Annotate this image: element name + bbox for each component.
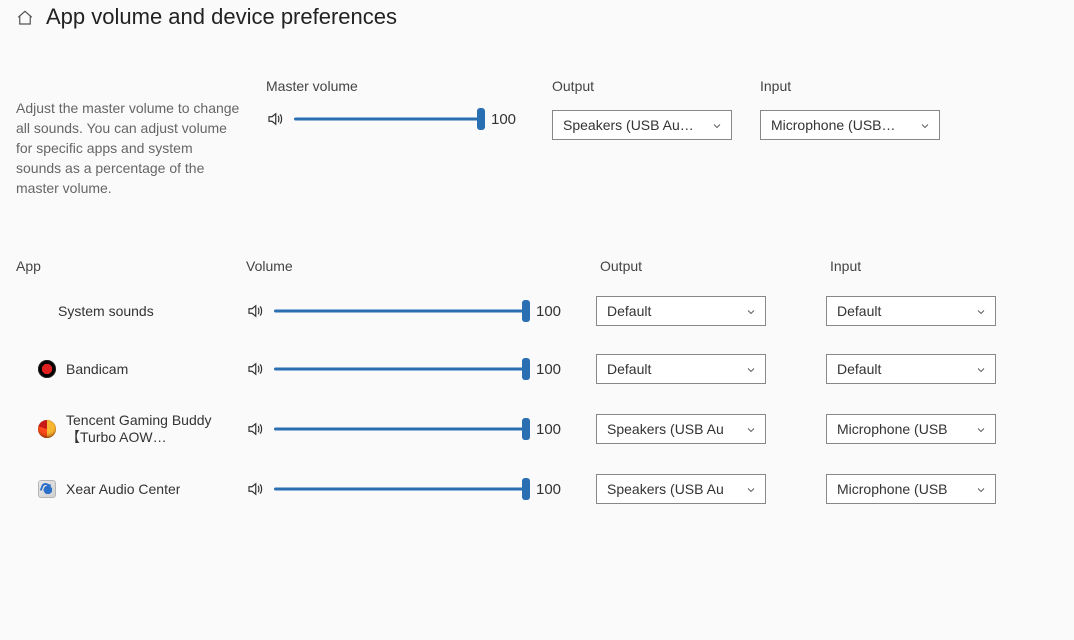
master-volume-value: 100 [491, 111, 521, 128]
master-output-dropdown[interactable]: Speakers (USB Au… [552, 110, 732, 140]
app-output-value: Speakers (USB Au [607, 421, 739, 437]
app-volume-slider[interactable] [274, 360, 526, 378]
app-input-value: Default [837, 303, 969, 319]
app-volume-cell: 100 [246, 302, 566, 320]
app-name-cell: Tencent Gaming Buddy【Turbo AOW… [16, 412, 216, 446]
speaker-icon[interactable] [246, 420, 264, 438]
app-section-header: App Volume Output Input [16, 258, 1058, 274]
chevron-down-icon [975, 363, 987, 375]
app-volume-value: 100 [536, 481, 566, 498]
master-output-value: Speakers (USB Au… [563, 117, 705, 133]
master-volume-label: Master volume [266, 78, 521, 94]
app-volume-cell: 100 [246, 420, 566, 438]
app-row: Bandicam 100 Default Default [16, 340, 1058, 398]
speaker-icon[interactable] [266, 110, 284, 128]
tencent-icon [38, 420, 56, 438]
app-input-value: Microphone (USB [837, 481, 969, 497]
bandicam-icon [38, 360, 56, 378]
app-output-value: Default [607, 303, 739, 319]
app-row: Tencent Gaming Buddy【Turbo AOW… 100 Speake… [16, 398, 1058, 460]
app-volume-value: 100 [536, 361, 566, 378]
master-input-column: Input Microphone (USB… [760, 78, 940, 140]
chevron-down-icon [745, 423, 757, 435]
app-name-cell: System sounds [16, 303, 216, 320]
chevron-down-icon [975, 423, 987, 435]
speaker-icon[interactable] [246, 302, 264, 320]
home-icon[interactable] [16, 9, 34, 27]
app-input-value: Microphone (USB [837, 421, 969, 437]
app-input-value: Default [837, 361, 969, 377]
master-output-column: Output Speakers (USB Au… [552, 78, 732, 140]
master-input-value: Microphone (USB… [771, 117, 913, 133]
xear-icon [38, 480, 56, 498]
col-output: Output [596, 258, 796, 274]
app-row: System sounds 100 Default Default [16, 282, 1058, 340]
chevron-down-icon [975, 305, 987, 317]
chevron-down-icon [975, 483, 987, 495]
app-row: Xear Audio Center 100 Speakers (USB Au Micr… [16, 460, 1058, 518]
app-volume-slider[interactable] [274, 480, 526, 498]
master-volume-slider[interactable] [294, 110, 481, 128]
app-volume-slider[interactable] [274, 420, 526, 438]
page-title: App volume and device preferences [46, 4, 397, 30]
chevron-down-icon [745, 483, 757, 495]
chevron-down-icon [919, 119, 931, 131]
app-label: Xear Audio Center [66, 481, 180, 498]
app-output-dropdown[interactable]: Speakers (USB Au [596, 474, 766, 504]
master-volume-column: Master volume 100 [266, 78, 521, 128]
app-input-dropdown[interactable]: Microphone (USB [826, 474, 996, 504]
app-output-dropdown[interactable]: Default [596, 354, 766, 384]
speaker-icon[interactable] [246, 360, 264, 378]
app-input-dropdown[interactable]: Microphone (USB [826, 414, 996, 444]
app-volume-value: 100 [536, 303, 566, 320]
app-section: App Volume Output Input System sounds 100… [0, 258, 1074, 538]
app-label: System sounds [58, 303, 154, 320]
chevron-down-icon [745, 305, 757, 317]
page-header: App volume and device preferences [0, 0, 1074, 38]
app-name-cell: Xear Audio Center [16, 480, 216, 498]
app-input-dropdown[interactable]: Default [826, 354, 996, 384]
app-name-cell: Bandicam [16, 360, 216, 378]
app-volume-cell: 100 [246, 360, 566, 378]
app-volume-slider[interactable] [274, 302, 526, 320]
speaker-icon[interactable] [246, 480, 264, 498]
master-description: Adjust the master volume to change all s… [16, 98, 241, 198]
app-label: Bandicam [66, 361, 128, 378]
master-output-label: Output [552, 78, 732, 94]
chevron-down-icon [711, 119, 723, 131]
master-input-label: Input [760, 78, 940, 94]
col-volume: Volume [246, 258, 566, 274]
app-output-dropdown[interactable]: Default [596, 296, 766, 326]
app-label: Tencent Gaming Buddy【Turbo AOW… [66, 412, 216, 446]
master-input-dropdown[interactable]: Microphone (USB… [760, 110, 940, 140]
col-app: App [16, 258, 216, 274]
app-volume-cell: 100 [246, 480, 566, 498]
master-area: Adjust the master volume to change all s… [0, 38, 1074, 258]
app-volume-value: 100 [536, 421, 566, 438]
app-output-dropdown[interactable]: Speakers (USB Au [596, 414, 766, 444]
chevron-down-icon [745, 363, 757, 375]
col-input: Input [826, 258, 1026, 274]
app-input-dropdown[interactable]: Default [826, 296, 996, 326]
app-output-value: Default [607, 361, 739, 377]
app-output-value: Speakers (USB Au [607, 481, 739, 497]
